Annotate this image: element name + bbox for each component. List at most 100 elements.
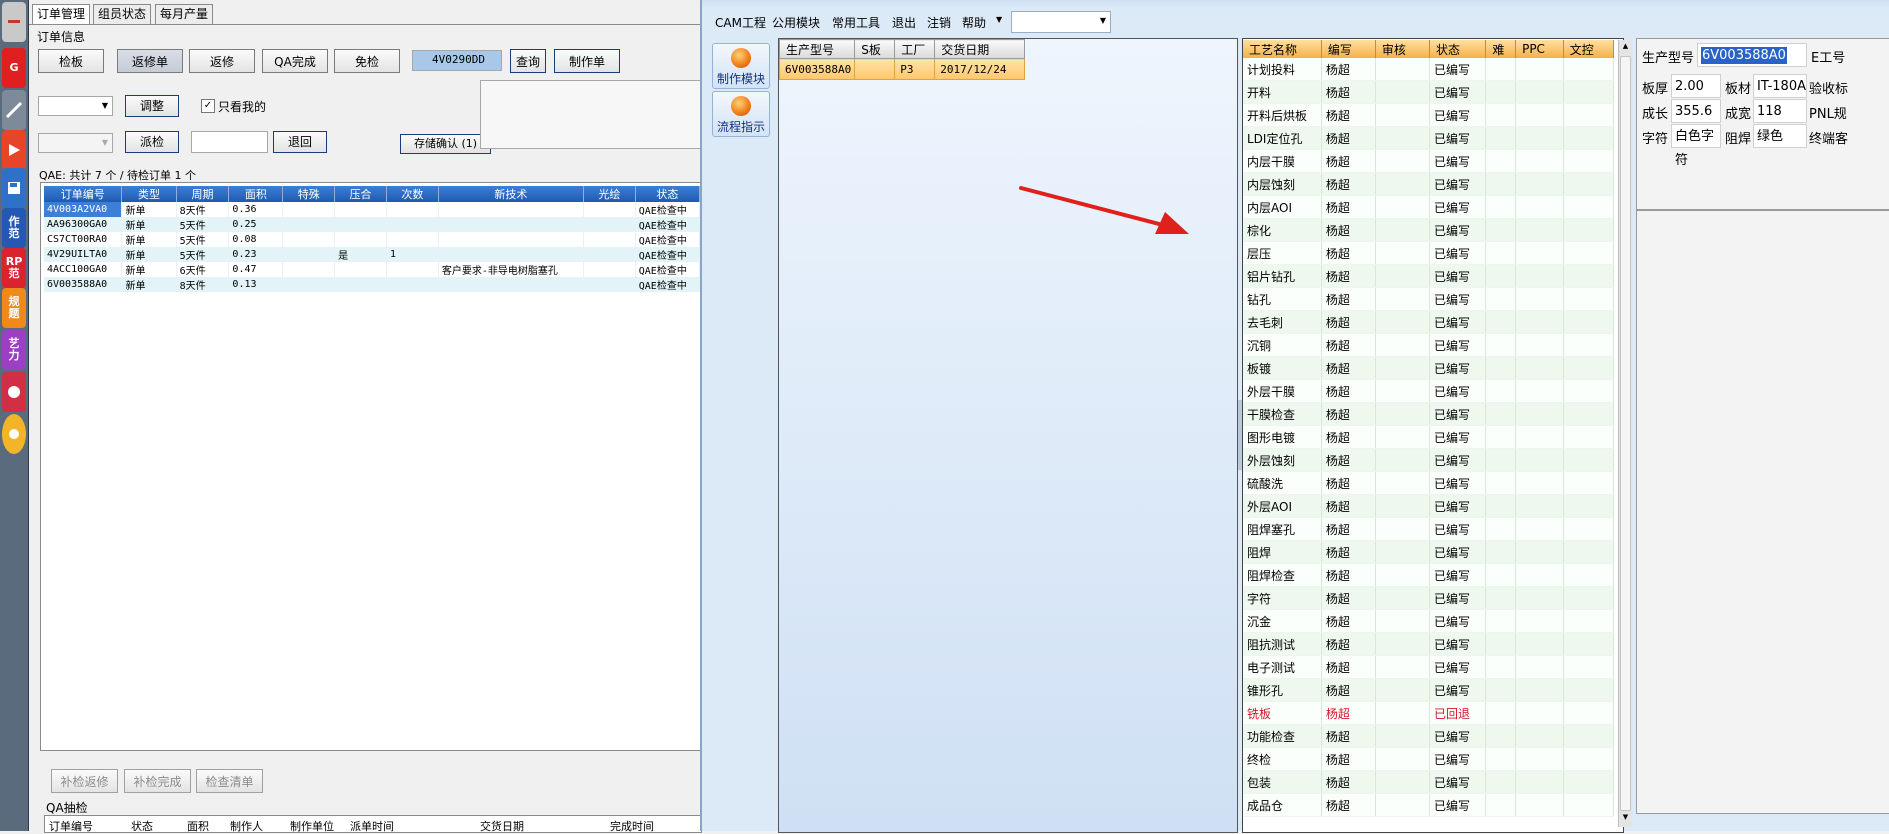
table-row[interactable]: 阻焊塞孔 杨超 已编写 [1243,517,1615,541]
table-row[interactable]: 字符 杨超 已编写 [1243,586,1615,610]
column-header[interactable]: 光绘 [583,186,636,202]
table-row[interactable]: 沉铜 杨超 已编写 [1243,333,1615,357]
app-icon[interactable]: 规题 [2,288,26,328]
make-order-button[interactable]: 制作单 [554,49,620,73]
app-icon[interactable] [2,414,26,454]
column-header[interactable]: 特殊 [282,186,336,202]
table-row[interactable]: 阻焊检查 杨超 已编写 [1243,563,1615,587]
only-mine-checkbox[interactable]: ✓ [201,99,215,113]
menu-exit[interactable]: 退出 [892,14,916,31]
width-field[interactable]: 118 [1753,99,1807,123]
save-icon[interactable] [2,168,26,208]
rework-order-button[interactable]: 返修单 [117,49,183,73]
menu-combo-box[interactable]: ▼ [1011,11,1111,33]
table-row[interactable]: 阻抗测试 杨超 已编写 [1243,632,1615,656]
column-header[interactable]: 交货日期 [934,39,1026,59]
checklist-button[interactable]: 检查清单 [196,769,263,793]
return-reason-input[interactable] [191,131,268,153]
table-row[interactable]: 电子测试 杨超 已编写 [1243,655,1615,679]
dispatch-button[interactable]: 派检 [125,131,179,153]
supplement-complete-button[interactable]: 补检完成 [124,769,191,793]
table-row[interactable]: 4ACC100GA0 新单 6天件 0.47 客户要求-非导电树脂塞孔 QAE检查中 [44,262,701,277]
table-row[interactable]: 层压 杨超 已编写 [1243,241,1615,265]
table-row[interactable]: 板镀 杨超 已编写 [1243,356,1615,380]
menu-common-modules[interactable]: 公用模块 [772,14,820,31]
scroll-thumb[interactable] [1620,56,1631,811]
app-icon[interactable]: 作范 [2,208,26,248]
column-header[interactable]: 类型 [121,186,177,202]
return-button[interactable]: 退回 [273,131,327,153]
flow-instruction-button[interactable]: 流程指示 [712,91,770,137]
table-row[interactable]: 内层蚀刻 杨超 已编写 [1243,172,1615,196]
column-header[interactable]: 生产型号 [778,39,856,59]
table-row[interactable]: 钻孔 杨超 已编写 [1243,287,1615,311]
table-row[interactable]: 4V29UILTA0 新单 5天件 0.23 是 1 QAE检查中 [44,247,701,262]
menu-common-tools[interactable]: 常用工具 [832,14,880,31]
column-header[interactable]: 面积 [228,186,284,202]
table-row[interactable]: 外层蚀刻 杨超 已编写 [1243,448,1615,472]
table-row[interactable]: 沉金 杨超 已编写 [1243,609,1615,633]
table-row[interactable]: 铝片钻孔 杨超 已编写 [1243,264,1615,288]
table-row[interactable]: 6V003588A0 P3 2017/12/24 [778,58,1026,80]
dispatch-select[interactable]: ▼ [38,133,113,153]
column-header[interactable]: 文控 [1563,40,1615,58]
table-row[interactable]: 开料 杨超 已编写 [1243,80,1615,104]
length-field[interactable]: 355.6 [1671,99,1721,123]
table-row[interactable]: 内层干膜 杨超 已编写 [1243,149,1615,173]
column-header[interactable]: 压合 [334,186,387,202]
qa-complete-button[interactable]: QA完成 [262,49,328,73]
table-row[interactable]: 干膜检查 杨超 已编写 [1243,402,1615,426]
solder-mask-field[interactable]: 绿色 [1753,124,1807,148]
table-row[interactable]: 铣板 杨超 已回退 [1243,701,1615,725]
thickness-field[interactable]: 2.00 [1671,74,1721,98]
material-field[interactable]: IT-180A [1753,74,1807,98]
inspect-board-button[interactable]: 检板 [38,49,104,73]
table-row[interactable]: 硫酸洗 杨超 已编写 [1243,471,1615,495]
app-icon[interactable]: G [2,48,26,88]
table-row[interactable]: 外层干膜 杨超 已编写 [1243,379,1615,403]
rework-button[interactable]: 返修 [189,49,255,73]
column-header[interactable]: 新技术 [438,186,584,202]
process-vertical-scrollbar[interactable]: ▲ ▼ [1618,40,1632,827]
table-row[interactable]: 内层AOI 杨超 已编写 [1243,195,1615,219]
menu-cam-engineering[interactable]: CAM工程 [715,14,766,31]
tab-monthly-output[interactable]: 每月产量 [155,4,214,24]
app-icon[interactable] [2,372,26,412]
table-row[interactable]: AA96300GA0 新单 5天件 0.25 QAE检查中 [44,217,701,232]
production-module-button[interactable]: 制作模块 [712,43,770,89]
supplement-rework-button[interactable]: 补检返修 [51,769,118,793]
scroll-down-icon[interactable]: ▼ [1620,813,1631,825]
stock-confirm-button[interactable]: 存储确认 (1) [400,134,491,154]
tab-member-status[interactable]: 组员状态 [93,4,152,24]
app-icon[interactable]: RP 范 [2,248,26,288]
app-icon[interactable]: 艺力 [2,330,26,370]
scroll-up-icon[interactable]: ▲ [1620,42,1631,54]
column-header[interactable]: 状态 [635,186,701,202]
skip-inspection-button[interactable]: 免检 [334,49,400,73]
table-row[interactable]: 去毛刺 杨超 已编写 [1243,310,1615,334]
chevron-down-icon[interactable]: ▼ [996,15,1002,24]
table-row[interactable]: 包装 杨超 已编写 [1243,770,1615,794]
table-row[interactable]: 终检 杨超 已编写 [1243,747,1615,771]
column-header[interactable]: 订单编号 [44,186,123,202]
table-row[interactable]: 成品仓 杨超 已编写 [1243,793,1615,817]
column-header[interactable]: 次数 [386,186,439,202]
tab-order-management[interactable]: 订单管理 [32,4,91,25]
column-header[interactable]: 编写 [1321,40,1376,58]
app-icon[interactable] [2,2,26,42]
adjust-button[interactable]: 调整 [125,95,179,117]
table-row[interactable]: 计划投料 杨超 已编写 [1243,58,1615,81]
column-header[interactable]: S板 [854,39,896,59]
tools-icon[interactable] [2,90,26,130]
table-row[interactable]: 4V003A2VA0 新单 8天件 0.36 QAE检查中 [44,202,701,217]
model-field[interactable]: 6V003588A0 [1697,43,1807,67]
query-button[interactable]: 查询 [510,49,546,73]
column-header[interactable]: 周期 [176,186,230,202]
column-header[interactable]: 工厂 [894,39,936,59]
menu-logout[interactable]: 注销 [927,14,951,31]
table-row[interactable]: 外层AOI 杨超 已编写 [1243,494,1615,518]
column-header[interactable]: PPC [1515,40,1564,58]
table-row[interactable]: 6V003588A0 新单 8天件 0.13 QAE检查中 [44,277,701,292]
adjust-select[interactable]: ▼ [38,96,113,116]
table-row[interactable]: 棕化 杨超 已编写 [1243,218,1615,242]
